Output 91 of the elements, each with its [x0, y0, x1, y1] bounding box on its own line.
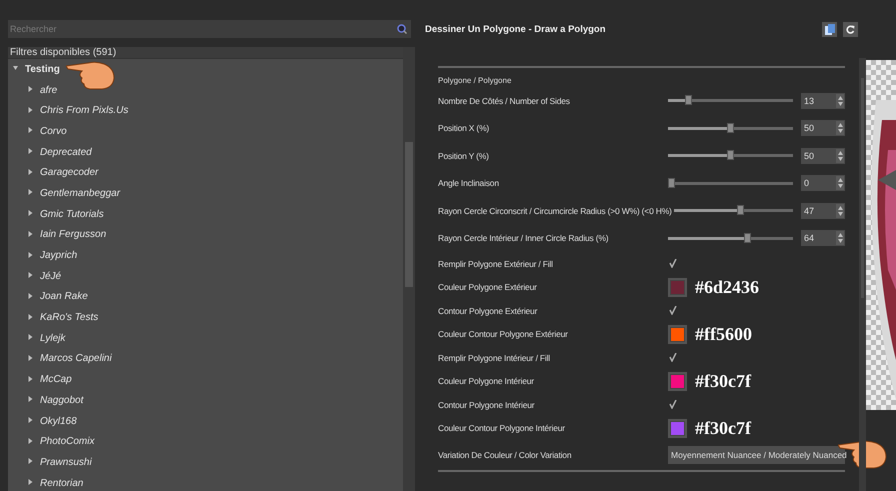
- refresh-icon[interactable]: [846, 24, 855, 34]
- parameter-label: Remplir Polygone Intérieur / Fill: [438, 352, 551, 363]
- spin-arrows-icon[interactable]: [838, 96, 842, 106]
- filter-category[interactable]: Prawnsushi: [40, 456, 92, 468]
- number-field[interactable]: 0: [801, 175, 845, 192]
- hex-annotation: #f30c7f: [695, 418, 751, 439]
- filter-category[interactable]: JéJé: [40, 270, 62, 282]
- collapsed-arrow-icon[interactable]: [28, 314, 33, 320]
- hex-annotation: #ff5600: [695, 324, 752, 345]
- spin-arrows-icon[interactable]: [838, 178, 842, 188]
- search-icon[interactable]: [397, 24, 407, 34]
- dropdown[interactable]: Moyennement Nuancee / Moderately Nuanced: [668, 446, 845, 464]
- spin-arrows-icon[interactable]: [838, 206, 842, 216]
- filter-category[interactable]: KaRo's Tests: [40, 312, 98, 324]
- collapsed-arrow-icon[interactable]: [28, 292, 33, 299]
- collapsed-arrow-icon[interactable]: [28, 86, 33, 92]
- collapsed-arrow-icon[interactable]: [28, 106, 33, 113]
- filter-category[interactable]: Lylejk: [40, 332, 66, 344]
- parameter-label: Rayon Cercle Circonscrit / Circumcircle Radius (>0 W%) (<0 H%): [438, 206, 673, 216]
- scrollbar[interactable]: [403, 47, 415, 491]
- parameter-label: Position X (%): [438, 123, 490, 134]
- parameter-label: Nombre De Côtés / Number of Sides: [438, 96, 571, 106]
- filter-category[interactable]: Chris From Pixls.Us: [40, 105, 128, 116]
- parameter-label: Couleur Polygone Intérieur: [438, 376, 535, 386]
- filter-category[interactable]: Iain Fergusson: [40, 229, 106, 240]
- number-field[interactable]: 64: [801, 230, 845, 246]
- collapsed-arrow-icon[interactable]: [28, 168, 33, 175]
- collapsed-arrow-icon[interactable]: [28, 127, 33, 134]
- spin-arrows-icon[interactable]: [838, 150, 842, 161]
- list-header: Filtres disponibles (591): [8, 47, 403, 59]
- parameter-label: Couleur Polygone Extérieur: [438, 282, 538, 292]
- parameter-label: Rayon Cercle Intérieur / Inner Circle Radius (%): [438, 233, 610, 244]
- spin-arrows-icon[interactable]: [838, 233, 842, 244]
- filter-category[interactable]: PhotoComix: [40, 436, 94, 448]
- refresh-button[interactable]: [843, 22, 858, 36]
- collapsed-arrow-icon[interactable]: [28, 148, 33, 154]
- collapsed-arrow-icon[interactable]: [28, 458, 33, 464]
- filter-category[interactable]: Gentlemanbeggar: [40, 188, 120, 199]
- color-swatch[interactable]: [668, 372, 687, 391]
- filter-category[interactable]: afre: [40, 84, 58, 96]
- filter-category[interactable]: Gmic Tutorials: [40, 208, 104, 220]
- number-field[interactable]: 50: [801, 148, 845, 164]
- scrollbar[interactable]: [859, 58, 866, 491]
- collapsed-arrow-icon[interactable]: [28, 334, 33, 340]
- parameter-label: Contour Polygone Extérieur: [438, 306, 538, 316]
- parameter-label: Position Y (%): [438, 150, 490, 161]
- collapsed-arrow-icon[interactable]: [28, 438, 33, 444]
- checkbox[interactable]: [668, 352, 677, 363]
- number-field[interactable]: 50: [801, 120, 845, 136]
- filter-category[interactable]: Rentorian: [40, 478, 84, 489]
- color-swatch[interactable]: [668, 278, 687, 297]
- parameter-label: Variation De Couleur / Color Variation: [438, 450, 572, 460]
- collapsed-arrow-icon[interactable]: [28, 189, 33, 196]
- number-field[interactable]: 47: [801, 202, 845, 219]
- hex-annotation: #6d2436: [695, 276, 760, 298]
- parameter-label: Couleur Contour Polygone Intérieur: [438, 423, 566, 434]
- parameter-label: Contour Polygone Intérieur: [438, 400, 536, 410]
- filter-category[interactable]: Jayprich: [40, 250, 78, 262]
- expanded-arrow-icon[interactable]: [13, 65, 18, 72]
- color-swatch[interactable]: [668, 324, 687, 344]
- filter-title: Dessiner Un Polygone - Draw a Polygon: [425, 24, 606, 34]
- filter-category[interactable]: McCap: [40, 374, 72, 386]
- number-field[interactable]: 13: [801, 92, 845, 109]
- spin-arrows-icon[interactable]: [838, 123, 842, 134]
- color-swatch[interactable]: [668, 418, 687, 438]
- hex-annotation: #f30c7f: [695, 370, 751, 392]
- filter-category[interactable]: Deprecated: [40, 146, 92, 158]
- collapsed-arrow-icon[interactable]: [28, 252, 33, 258]
- parameter-label: Remplir Polygone Extérieur / Fill: [438, 258, 554, 269]
- filter-category[interactable]: Joan Rake: [40, 291, 88, 302]
- collapsed-arrow-icon[interactable]: [28, 354, 33, 361]
- filter-category[interactable]: Garagecoder: [40, 167, 98, 178]
- filter-category[interactable]: Naggobot: [40, 394, 84, 406]
- section-label: Polygone / Polygone: [438, 76, 512, 85]
- parameter-label: Couleur Contour Polygone Extérieur: [438, 329, 569, 340]
- collapsed-arrow-icon[interactable]: [28, 210, 33, 216]
- filter-category[interactable]: Marcos Capelini: [40, 353, 112, 364]
- collapsed-arrow-icon[interactable]: [28, 417, 33, 424]
- checkbox[interactable]: [668, 258, 677, 269]
- filter-category[interactable]: Okyl168: [40, 416, 77, 427]
- checkbox[interactable]: [668, 400, 677, 410]
- collapsed-arrow-icon[interactable]: [28, 376, 33, 382]
- filter-category[interactable]: Testing: [25, 64, 60, 75]
- filter-category[interactable]: Corvo: [40, 126, 67, 137]
- collapsed-arrow-icon[interactable]: [28, 479, 33, 486]
- collapsed-arrow-icon[interactable]: [28, 272, 33, 278]
- parameter-label: Angle Inclinaison: [438, 178, 500, 188]
- search-field[interactable]: Rechercher: [8, 20, 411, 38]
- collapsed-arrow-icon[interactable]: [28, 230, 33, 237]
- checkbox[interactable]: [668, 306, 677, 316]
- collapsed-arrow-icon[interactable]: [28, 396, 33, 402]
